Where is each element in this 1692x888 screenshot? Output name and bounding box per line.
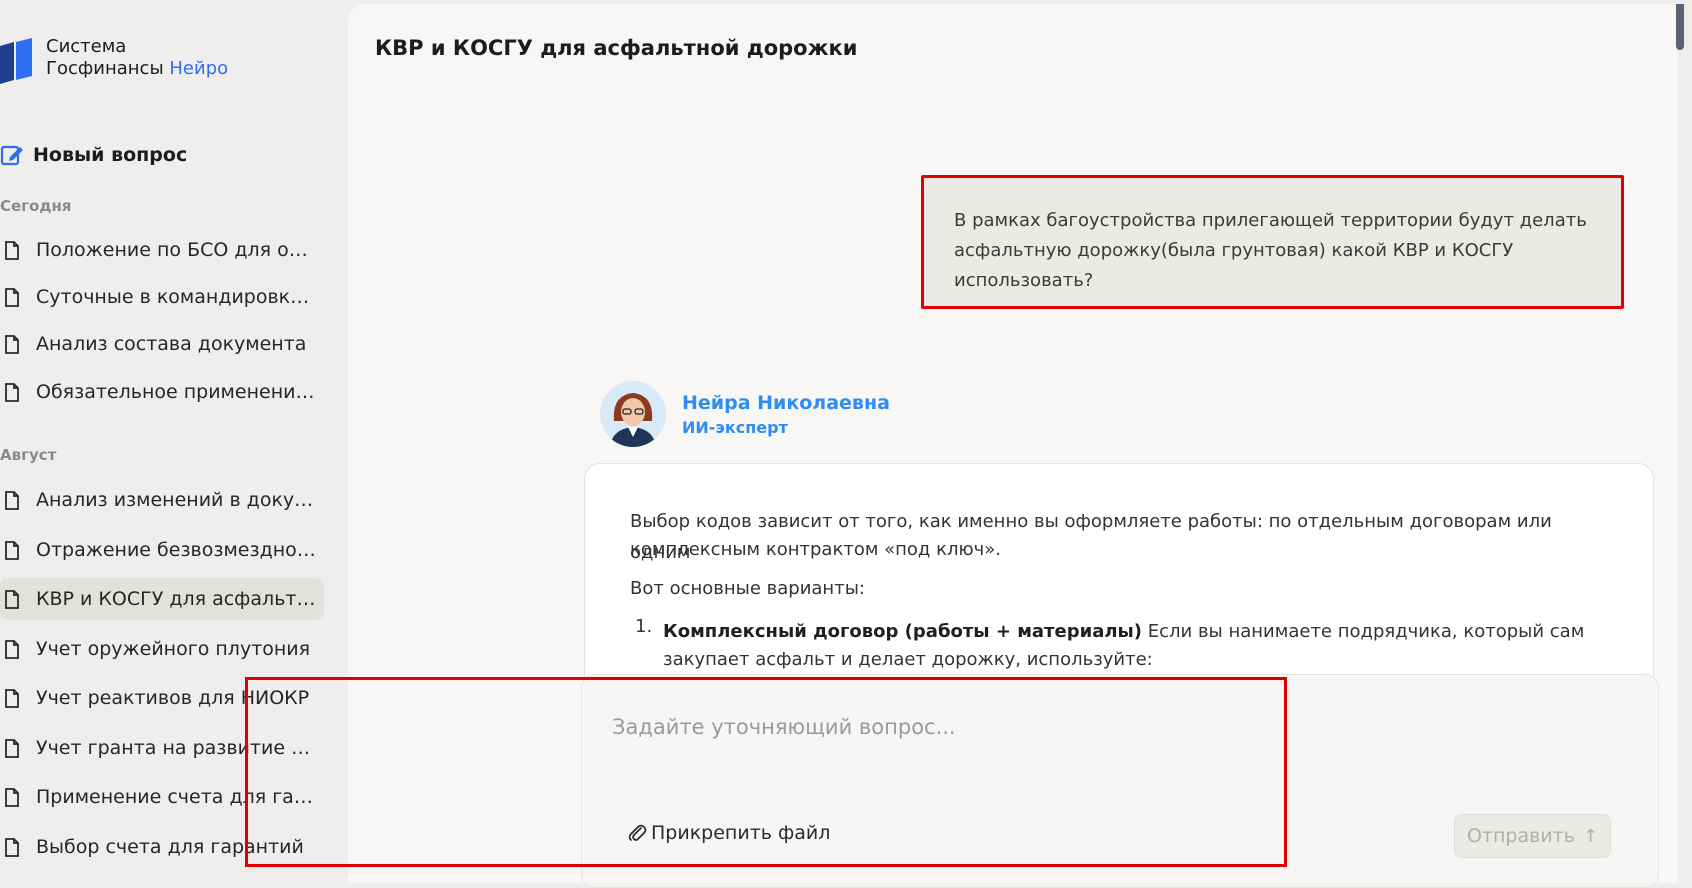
section-today-heading: Сегодня — [0, 197, 72, 215]
history-item-label: КВР и КОСГУ для асфальтно... — [36, 588, 316, 610]
history-item[interactable]: Учет оружейного плутония — [0, 628, 324, 670]
document-icon — [5, 837, 19, 857]
attach-file-button[interactable]: Прикрепить файл — [627, 822, 830, 844]
user-message-line: использовать? — [954, 270, 1094, 291]
history-item[interactable]: Обязательное применение ... — [0, 371, 324, 413]
question-input[interactable]: Задайте уточняющий вопрос... — [612, 715, 956, 739]
brand-logo[interactable]: Система Госфинансы Нейро — [0, 36, 228, 84]
history-item-active[interactable]: КВР и КОСГУ для асфальтно... — [0, 578, 324, 620]
document-icon — [5, 738, 19, 758]
bot-header: Нейра Николаевна ИИ-эксперт — [600, 381, 890, 447]
bot-role: ИИ-эксперт — [682, 417, 788, 437]
answer-list-bold: Комплексный договор (работы + материалы) — [663, 621, 1143, 642]
user-message: В рамках багоустройства прилегающей терр… — [921, 175, 1624, 309]
scrollbar[interactable] — [1676, 4, 1684, 50]
paperclip-icon — [628, 824, 647, 841]
send-button[interactable]: Отправить ↑ — [1454, 814, 1611, 858]
brand-name: Система Госфинансы Нейро — [46, 36, 228, 80]
new-question-label: Новый вопрос — [33, 144, 188, 166]
history-item[interactable]: Анализ изменений в докуме... — [0, 479, 324, 521]
document-icon — [5, 639, 19, 659]
user-message-line: В рамках багоустройства прилегающей терр… — [954, 210, 1587, 231]
document-icon — [5, 287, 19, 307]
answer-list-item: Комплексный договор (работы + материалы)… — [663, 616, 1643, 647]
answer-line: Вот основные варианты: — [630, 578, 865, 599]
history-item-label: Положение по БСО для обр... — [36, 239, 316, 261]
avatar-portrait-icon — [600, 381, 666, 447]
book-logo-icon — [0, 38, 32, 84]
document-icon — [5, 240, 19, 260]
answer-list-number: 1. — [635, 616, 653, 637]
brand-accent: Нейро — [169, 58, 229, 79]
document-icon — [5, 382, 19, 402]
user-message-line: асфальтную дорожку(была грунтовая) какой… — [954, 240, 1514, 261]
history-item-label: Отражение безвозмездного... — [36, 539, 316, 561]
attach-file-label: Прикрепить файл — [651, 822, 831, 844]
history-item[interactable]: Положение по БСО для обр... — [0, 229, 324, 271]
history-item-label: Суточные в командировке Т... — [36, 286, 316, 308]
document-icon — [5, 688, 19, 708]
document-icon — [5, 787, 19, 807]
history-item-label: Анализ изменений в докуме... — [36, 489, 316, 511]
history-item-label: Учет оружейного плутония — [36, 638, 311, 660]
brand-line2: Госфинансы — [46, 58, 164, 79]
history-item[interactable]: Суточные в командировке Т... — [0, 276, 324, 318]
answer-list-line: закупает асфальт и делает дорожку, испол… — [663, 649, 1153, 670]
history-item[interactable]: Анализ состава документа — [0, 323, 324, 365]
bot-name: Нейра Николаевна — [682, 391, 890, 414]
new-question-button[interactable]: Новый вопрос — [0, 143, 187, 167]
section-august-heading: Август — [0, 446, 57, 464]
history-item[interactable]: Отражение безвозмездного... — [0, 529, 324, 571]
answer-line: комплексным контрактом «под ключ». — [630, 539, 1001, 560]
brand-line1: Система — [46, 36, 127, 57]
arrow-up-icon: ↑ — [1582, 825, 1599, 847]
history-item-label: Обязательное применение ... — [36, 381, 316, 403]
history-item-label: Анализ состава документа — [36, 333, 307, 355]
edit-note-icon — [0, 145, 23, 166]
bot-avatar — [600, 381, 666, 447]
document-icon — [5, 589, 19, 609]
document-icon — [5, 490, 19, 510]
document-icon — [5, 334, 19, 354]
send-label: Отправить — [1466, 825, 1575, 847]
chat-title: КВР и КОСГУ для асфальтной дорожки — [375, 36, 858, 60]
document-icon — [5, 540, 19, 560]
answer-list-text: Если вы нанимаете подрядчика, который са… — [1142, 621, 1585, 642]
